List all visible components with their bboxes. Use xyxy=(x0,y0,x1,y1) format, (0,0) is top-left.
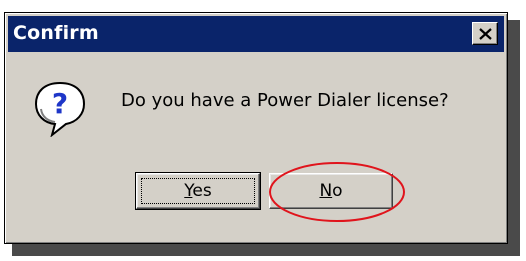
confirm-dialog: Confirm ? Do you have a Power Dialer lic… xyxy=(4,12,508,244)
close-icon xyxy=(479,28,492,40)
yes-button[interactable]: Yes xyxy=(135,172,261,210)
yes-button-label: Yes xyxy=(184,181,211,201)
no-button-label: No xyxy=(319,181,342,201)
dialog-title: Confirm xyxy=(13,22,99,44)
no-label-rest: o xyxy=(332,181,343,201)
no-mnemonic: N xyxy=(319,181,333,201)
yes-label-rest: es xyxy=(192,181,212,201)
svg-text:?: ? xyxy=(52,87,68,120)
dialog-message: Do you have a Power Dialer license? xyxy=(121,90,449,111)
close-button[interactable] xyxy=(472,22,498,45)
question-icon: ? xyxy=(34,81,86,137)
title-bar[interactable]: Confirm xyxy=(8,16,504,52)
no-button[interactable]: No xyxy=(269,173,393,209)
